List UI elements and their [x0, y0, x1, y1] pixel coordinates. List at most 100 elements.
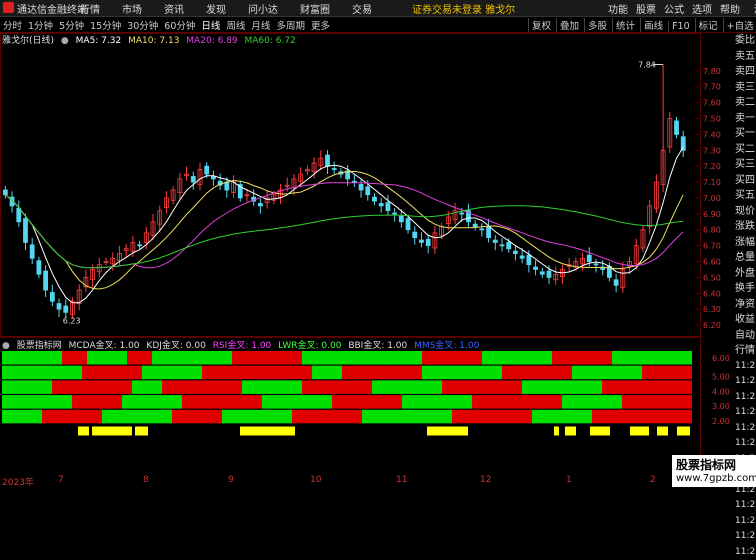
- tab-multi-period[interactable]: 多周期: [276, 21, 305, 32]
- menu-market[interactable]: 市场: [122, 5, 142, 16]
- indicator-settings-icon[interactable]: ●: [2, 341, 10, 351]
- kline-chart[interactable]: 6.206.306.406.506.606.706.806.907.007.10…: [0, 33, 735, 474]
- signal-bar: [532, 410, 592, 424]
- candle-body: [57, 304, 61, 310]
- signal-bar: [602, 380, 692, 394]
- signal-bar-yellow: [427, 427, 468, 436]
- signal-bar: [102, 410, 172, 424]
- stock-title[interactable]: 雅戈尔(日线): [2, 36, 54, 46]
- signal-bar: [222, 410, 292, 424]
- candle-body: [23, 219, 27, 243]
- signal-bar: [182, 395, 262, 409]
- quote-panel-item: 换手: [735, 281, 756, 297]
- tab-30min[interactable]: 30分钟: [127, 21, 158, 32]
- y-tick-label: 7.60: [703, 99, 721, 108]
- signal-bar: [142, 366, 202, 380]
- quote-panel-item: 11:25: [735, 529, 756, 545]
- tab-daily[interactable]: 日线: [201, 21, 220, 32]
- indicator-name[interactable]: 股票指标网: [17, 341, 62, 351]
- candle-body: [493, 240, 497, 242]
- candle-body: [520, 256, 524, 258]
- candle-body: [614, 280, 618, 286]
- signal-bar: [162, 380, 242, 394]
- tab-60min[interactable]: 60分钟: [164, 21, 195, 32]
- candle-body: [399, 216, 403, 222]
- signal-bar-yellow: [135, 427, 148, 436]
- signal-bar: [2, 395, 72, 409]
- x-axis-label: 12: [480, 475, 491, 485]
- candle-body: [540, 272, 544, 274]
- signal-bar: [122, 395, 182, 409]
- add-watchlist-button[interactable]: +自选: [723, 18, 756, 32]
- signal-bar-yellow: [590, 427, 610, 436]
- f10-button[interactable]: F10: [668, 21, 693, 32]
- signal-bar: [242, 380, 302, 394]
- quote-panel-item: 委比: [735, 33, 756, 49]
- high-price-label: 7.84: [638, 60, 656, 69]
- tab-5min[interactable]: 5分钟: [59, 21, 84, 32]
- menu-help[interactable]: 帮助: [720, 5, 740, 16]
- tab-intraday[interactable]: 分时: [3, 21, 22, 32]
- quote-panel-item: 卖二: [735, 95, 756, 111]
- quote-panel-item: 买四: [735, 173, 756, 189]
- tab-15min[interactable]: 15分钟: [90, 21, 121, 32]
- menu-quotes[interactable]: 行情: [80, 5, 100, 16]
- menu-news[interactable]: 资讯: [164, 5, 184, 16]
- menu-function[interactable]: 功能: [608, 5, 628, 16]
- signal-bar: [612, 351, 692, 365]
- menu-trade[interactable]: 交易: [352, 5, 372, 16]
- login-status[interactable]: 证券交易未登录 雅戈尔: [412, 1, 515, 16]
- quote-panel-item: 卖五: [735, 49, 756, 65]
- tab-1min[interactable]: 1分钟: [28, 21, 53, 32]
- menu-options[interactable]: 选项: [692, 5, 712, 16]
- menu-formula[interactable]: 公式: [664, 5, 684, 16]
- signal-bar: [552, 351, 612, 365]
- quote-panel-item: 11:25: [735, 390, 756, 406]
- ma60-label: MA60: 6.72: [244, 36, 295, 46]
- main-menu: 行情 市场 资讯 发现 问小达 财富圈 交易: [80, 1, 394, 16]
- signal-bar-yellow: [78, 427, 89, 436]
- candle-body: [366, 187, 370, 195]
- signal-bar: [372, 380, 442, 394]
- quote-panel-item: 净资: [735, 297, 756, 313]
- candle-body: [527, 255, 531, 265]
- candle-body: [587, 255, 591, 261]
- candle-body: [393, 213, 397, 214]
- signal-bar: [52, 380, 132, 394]
- menu-discover[interactable]: 发现: [206, 5, 226, 16]
- signal-bar: [362, 410, 452, 424]
- quote-panel-item: 卖四: [735, 64, 756, 80]
- quote-panel-item: 现价: [735, 204, 756, 220]
- candle-body: [487, 227, 491, 238]
- price-pane-border: [1, 34, 701, 338]
- draw-line-button[interactable]: 画线: [640, 18, 666, 32]
- quote-panel-item: 收益: [735, 312, 756, 328]
- signal-bar: [572, 366, 642, 380]
- tab-more[interactable]: 更多: [311, 21, 330, 32]
- overlay-button[interactable]: 叠加: [556, 18, 582, 32]
- ma-settings-icon[interactable]: ●: [61, 36, 69, 46]
- multi-stock-button[interactable]: 多股: [584, 18, 610, 32]
- quote-panel-item: 涨跌: [735, 219, 756, 235]
- candle-body: [500, 245, 504, 246]
- quote-panel-item: 11:25: [735, 405, 756, 421]
- candle-body: [138, 245, 142, 246]
- tab-weekly[interactable]: 周线: [226, 21, 245, 32]
- signal-bar: [562, 395, 622, 409]
- menu-wealth[interactable]: 财富圈: [300, 5, 330, 16]
- menu-ask[interactable]: 问小达: [248, 5, 278, 16]
- y-tick-label: 7.80: [703, 67, 721, 76]
- y-tick-label: 6.20: [703, 321, 721, 330]
- mark-button[interactable]: 标记: [695, 18, 721, 32]
- stats-button[interactable]: 统计: [612, 18, 638, 32]
- candle-body: [258, 204, 262, 206]
- signal-bar: [232, 351, 302, 365]
- menu-stock[interactable]: 股票: [636, 5, 656, 16]
- y-tick-label: 6.40: [703, 289, 721, 298]
- watermark-url: www.7gpzb.com: [676, 473, 756, 484]
- restore-rights-button[interactable]: 复权: [528, 18, 554, 32]
- signal-bar: [87, 351, 127, 365]
- signal-bar: [622, 395, 692, 409]
- tab-monthly[interactable]: 月线: [251, 21, 270, 32]
- signal-bar: [292, 410, 362, 424]
